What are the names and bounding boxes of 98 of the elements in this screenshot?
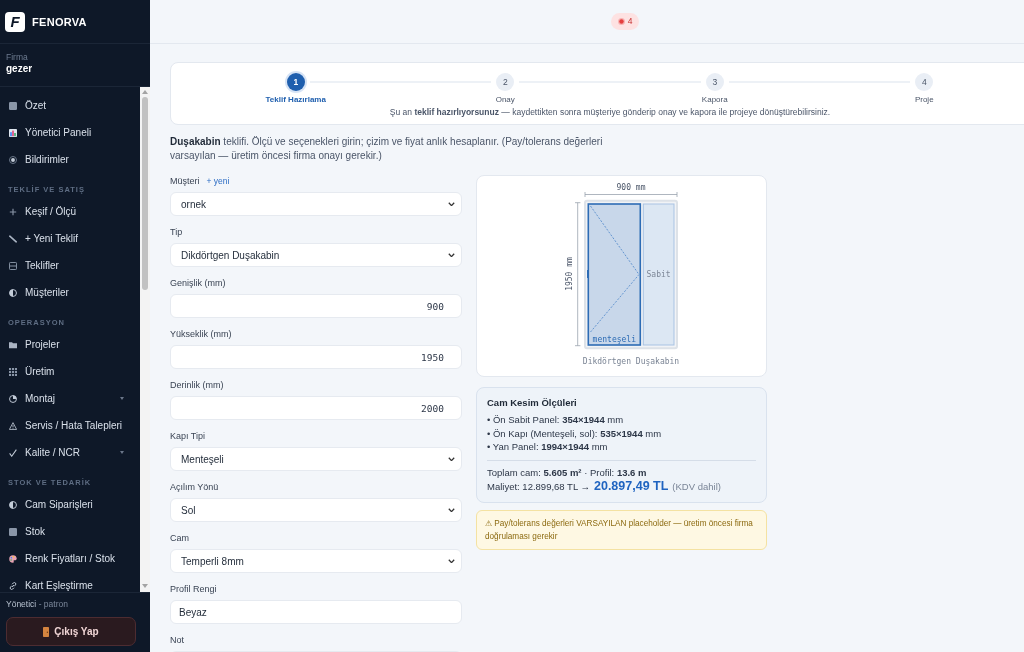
- field-label: Not: [170, 635, 184, 646]
- nav-item[interactable]: Montaj: [0, 385, 140, 412]
- bar-chart-icon: [9, 128, 17, 137]
- company-name: gezer: [6, 63, 34, 75]
- logout-button[interactable]: Çıkış Yap: [6, 617, 136, 646]
- scroll-up-arrow-icon: [142, 90, 148, 94]
- chevron-down-icon: [448, 456, 455, 462]
- number-field[interactable]: 900: [170, 294, 462, 318]
- radio-dot-icon: [9, 155, 17, 164]
- chevron-down-icon: [448, 201, 455, 207]
- nav-item[interactable]: Yönetici Paneli: [0, 119, 140, 146]
- step-number: 3: [705, 73, 724, 91]
- field-label: Açılım Yönü: [170, 482, 219, 493]
- scrollbar-track[interactable]: [140, 87, 150, 592]
- nav-item[interactable]: Kart Eşleştirme: [0, 572, 140, 592]
- step-label: Teklif Hazırlama: [265, 94, 326, 106]
- text-field[interactable]: Beyaz: [170, 600, 462, 624]
- nav-item[interactable]: Keşif / Ölçü: [0, 198, 140, 225]
- scroll-down-arrow-icon: [142, 584, 148, 588]
- field-label: Kapı Tipi: [170, 431, 206, 442]
- add-new-link[interactable]: + yeni: [206, 176, 230, 187]
- panel-label: Sabit: [646, 270, 671, 279]
- square-icon: [9, 101, 17, 110]
- door-handle: [587, 270, 589, 278]
- nav-item[interactable]: Servis / Hata Talepleri: [0, 412, 140, 439]
- door-type-label: menteşeli: [592, 335, 636, 344]
- chevron-down-icon: [448, 252, 455, 258]
- nav-item[interactable]: Projeler: [0, 331, 140, 358]
- swing-line: [590, 274, 640, 333]
- field-label: Derinlik (mm): [170, 380, 224, 391]
- nav-item[interactable]: Kalite / NCR: [0, 439, 140, 466]
- palette-icon: [9, 554, 17, 563]
- step-label: Onay: [495, 94, 515, 106]
- step-number: 2: [496, 73, 515, 91]
- logo-mark: F: [5, 11, 25, 32]
- stepper-note: Şu an teklif hazırlıyorsunuz — kaydettikten sonra müşteriye gönderip onay ve kapora ile projeye dönüştürebilirsiniz.: [388, 106, 832, 118]
- dropdown-field[interactable]: Temperli 8mm: [170, 549, 462, 573]
- cut-list-item: • Ön Kapı (Menteşeli, sol): 535×1944 mm: [487, 426, 663, 440]
- nav-item[interactable]: Üretim: [0, 358, 140, 385]
- step-label: Kapora: [701, 94, 728, 106]
- field-label: Cam: [170, 533, 189, 544]
- brand-name: FENORVA: [32, 15, 87, 28]
- swing-line: [590, 205, 640, 275]
- nav-item[interactable]: Stok: [0, 518, 140, 545]
- square-icon: [9, 527, 17, 536]
- vat-note: (KDV dahil): [672, 479, 721, 494]
- grid-icon: [9, 367, 17, 376]
- notification-button[interactable]: 4: [610, 13, 640, 30]
- nav-item[interactable]: Özet: [0, 92, 140, 119]
- height-dimension-label: 1950 mm: [564, 257, 574, 291]
- link-icon: [9, 581, 17, 590]
- field-label: Yükseklik (mm): [170, 329, 232, 340]
- totals-text: Toplam cam: 5.605 m² · Profil: 13.6 m: [487, 465, 648, 479]
- field-label: Tip: [170, 227, 183, 238]
- width-dimension-label: 900 mm: [616, 183, 646, 192]
- warning-banner: ⚠ Pay/tolerans değerleri VARSAYILAN placeholder — üretim öncesi firma doğrulaması gerekir: [476, 509, 767, 550]
- scrollbar-thumb[interactable]: [142, 97, 148, 290]
- drawing-caption: Dikdörtgen Duşakabin: [582, 357, 680, 366]
- cut-list-item: • Yan Panel: 1994×1944 mm: [487, 440, 609, 454]
- step-label: Proje: [914, 94, 934, 106]
- plus-icon: [9, 207, 17, 216]
- nav-item[interactable]: Müşteriler: [0, 279, 140, 306]
- user-name: - patron: [38, 599, 68, 609]
- nav-item[interactable]: Cam Siparişleri: [0, 491, 140, 518]
- half-circle-icon: [9, 288, 17, 297]
- company-label: Firma: [6, 52, 29, 63]
- number-field[interactable]: 2000: [170, 396, 462, 420]
- chevron-down-icon: [448, 507, 455, 513]
- warning-icon: [9, 421, 17, 430]
- pencil-icon: [9, 234, 17, 243]
- step-number: 4: [915, 73, 934, 91]
- user-role: Yönetici: [6, 599, 37, 609]
- folder-icon: [9, 340, 17, 349]
- nav-item[interactable]: Bildirimler: [0, 146, 140, 173]
- card-title: Cam Kesim Ölçüleri: [487, 397, 578, 409]
- half-circle-icon: [9, 500, 17, 509]
- chevron-down-icon: [448, 558, 455, 564]
- alert-dot-icon: [617, 18, 625, 25]
- dropdown-field[interactable]: Dikdörtgen Duşakabin: [170, 243, 462, 267]
- dropdown-field[interactable]: ornek: [170, 192, 462, 216]
- field-label: Profil Rengi: [170, 584, 217, 595]
- nav-item[interactable]: Teklifler: [0, 252, 140, 279]
- number-field[interactable]: 1950: [170, 345, 462, 369]
- total-price: 20.897,49 TL: [594, 478, 669, 493]
- nav-item[interactable]: + Yeni Teklif: [0, 225, 140, 252]
- field-label: Genişlik (mm): [170, 278, 226, 289]
- cut-list-item: • Ön Sabit Panel: 354×1944 mm: [487, 413, 625, 427]
- cost-text: Maliyet: 12.899,68 TL →: [487, 479, 590, 494]
- intro-text: Duşakabin teklifi. Ölçü ve seçenekleri girin; çizim ve fiyat anlık hesaplanır. (Pay/tolerans değerleri varsayılan — üretim öncesi firma onayı gerekir.): [170, 135, 604, 163]
- dropdown-field[interactable]: Sol: [170, 498, 462, 522]
- check-icon: [9, 448, 17, 457]
- pie-icon: [9, 394, 17, 403]
- step-number: 1: [286, 73, 305, 91]
- nav-item[interactable]: Renk Fiyatları / Stok: [0, 545, 140, 572]
- framed-square-icon: [9, 261, 17, 270]
- dropdown-field[interactable]: Menteşeli: [170, 447, 462, 471]
- door-icon: [43, 626, 50, 637]
- field-label: Müşteri: [170, 176, 200, 187]
